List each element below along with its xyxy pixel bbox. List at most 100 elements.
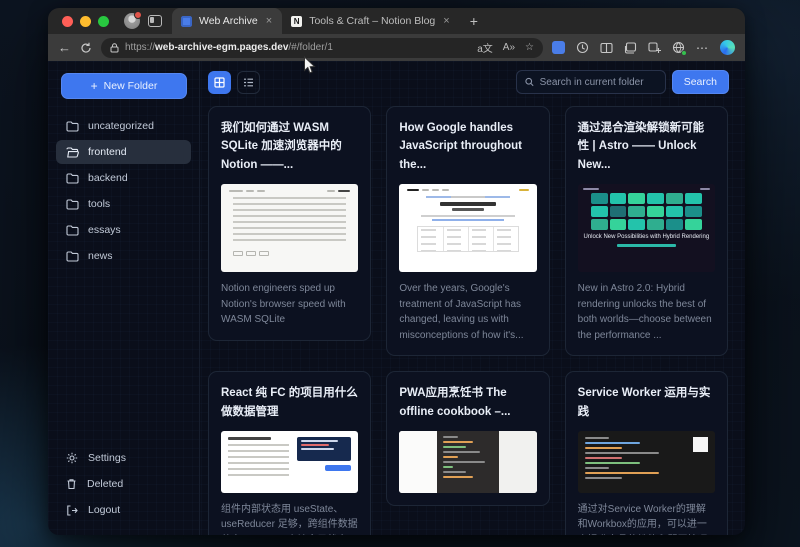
url-text: https://web-archive-egm.pages.dev/#/fold… — [125, 42, 471, 53]
translate-icon[interactable]: a文 — [477, 40, 493, 55]
gear-icon — [66, 452, 78, 464]
back-icon[interactable]: ← — [58, 41, 71, 54]
card-title: 我们如何通过 WASM SQLite 加速浏览器中的 Notion ——... — [221, 119, 358, 174]
read-aloud-icon[interactable]: A» — [503, 42, 515, 53]
card-thumbnail — [221, 431, 358, 493]
maximize-window-button[interactable] — [98, 16, 109, 27]
grid-view-button[interactable] — [208, 71, 231, 94]
card-offline-cookbook[interactable]: PWA应用烹饪书 The offline cookbook –... — [386, 371, 549, 506]
card-description: 组件内部状态用 useState、useReducer 足够，跨组件数据共享用 … — [221, 502, 358, 535]
close-window-button[interactable] — [62, 16, 73, 27]
sidebar-item-backend[interactable]: backend — [56, 166, 191, 190]
favorite-star-icon[interactable]: ☆ — [525, 42, 534, 53]
web-archive-app: + New Folder uncategorized frontend back… — [48, 61, 745, 535]
main-header: Search — [200, 61, 745, 96]
card-notion-wasm-sqlite[interactable]: 我们如何通过 WASM SQLite 加速浏览器中的 Notion ——... … — [208, 106, 371, 341]
new-folder-button[interactable]: + New Folder — [61, 73, 187, 99]
folder-icon — [66, 173, 79, 184]
folder-label: frontend — [88, 146, 127, 158]
sidebar-item-news[interactable]: news — [56, 244, 191, 268]
settings-label: Settings — [88, 452, 126, 464]
web-capture-icon[interactable] — [648, 42, 661, 54]
tab-close-icon[interactable]: × — [265, 15, 273, 27]
workspaces-icon[interactable] — [148, 15, 162, 27]
notion-favicon: N — [291, 16, 302, 27]
card-thumbnail — [399, 431, 536, 493]
toolbar-right-icons: ⋯ — [552, 40, 735, 55]
folder-icon — [66, 121, 79, 132]
profile-avatar[interactable] — [124, 13, 140, 29]
folder-label: uncategorized — [88, 120, 154, 132]
tab-title: Tools & Craft – Notion Blog — [309, 15, 435, 27]
card-description: Over the years, Google's treatment of Ja… — [399, 281, 536, 343]
logout-label: Logout — [88, 504, 120, 516]
tab-title: Web Archive — [199, 15, 258, 27]
sidebar-item-essays[interactable]: essays — [56, 218, 191, 242]
card-thumbnail — [399, 184, 536, 272]
web-archive-favicon — [181, 16, 192, 27]
card-google-javascript[interactable]: How Google handles JavaScript throughout… — [386, 106, 549, 356]
copilot-icon[interactable] — [720, 40, 735, 55]
card-thumbnail: Unlock New Possibilities with Hybrid Ren… — [578, 184, 715, 272]
card-title: 通过混合渲染解锁新可能性 | Astro —— Unlock New... — [578, 119, 715, 174]
card-react-fc-state[interactable]: React 纯 FC 的项目用什么做数据管理 — [208, 371, 371, 535]
card-thumbnail — [221, 184, 358, 272]
sidebar-item-deleted[interactable]: Deleted — [56, 472, 191, 496]
tab-bar: Web Archive × N Tools & Craft – Notion B… — [48, 8, 745, 34]
card-title: Service Worker 运用与实践 — [578, 384, 715, 421]
folder-open-icon — [66, 147, 79, 158]
folder-icon — [66, 199, 79, 210]
browser-window: Web Archive × N Tools & Craft – Notion B… — [48, 8, 745, 535]
card-astro-hybrid-rendering[interactable]: 通过混合渲染解锁新可能性 | Astro —— Unlock New... Un… — [565, 106, 728, 356]
minimize-window-button[interactable] — [80, 16, 91, 27]
extension-icon[interactable] — [672, 41, 685, 54]
tab-notion-blog[interactable]: N Tools & Craft – Notion Blog × — [282, 8, 460, 34]
logout-icon — [66, 505, 78, 516]
folder-icon — [66, 251, 79, 262]
sidebar-item-uncategorized[interactable]: uncategorized — [56, 114, 191, 138]
search-icon — [525, 77, 534, 87]
more-menu-icon[interactable]: ⋯ — [696, 41, 709, 55]
tab-close-icon[interactable]: × — [442, 15, 450, 27]
history-icon[interactable] — [576, 41, 589, 54]
sidebar-item-settings[interactable]: Settings — [56, 446, 191, 470]
cards-grid: 我们如何通过 WASM SQLite 加速浏览器中的 Notion ——... … — [208, 106, 728, 535]
reload-icon[interactable] — [80, 42, 92, 54]
main-panel: Search 我们如何通过 WASM SQLite 加速浏览器中的 Notion… — [200, 61, 745, 535]
new-tab-button[interactable]: + — [460, 13, 488, 29]
folder-label: tools — [88, 198, 110, 210]
list-icon — [243, 78, 254, 87]
card-service-worker[interactable]: Service Worker 运用与实践 通过对Service Worker的理… — [565, 371, 728, 535]
list-view-button[interactable] — [237, 71, 260, 94]
thumbnail-caption: Unlock New Possibilities with Hybrid Ren… — [583, 234, 710, 242]
folder-label: news — [88, 250, 113, 262]
extension-badge — [681, 50, 687, 56]
card-thumbnail — [578, 431, 715, 493]
sidebar: + New Folder uncategorized frontend back… — [48, 61, 200, 535]
qr-code — [693, 437, 708, 452]
split-screen-icon[interactable] — [600, 42, 613, 54]
sidebar-item-tools[interactable]: tools — [56, 192, 191, 216]
card-title: How Google handles JavaScript throughout… — [399, 119, 536, 174]
card-description: Notion engineers sped up Notion's browse… — [221, 281, 358, 328]
folder-label: essays — [88, 224, 121, 236]
pinned-extension-icon[interactable] — [552, 41, 565, 54]
sidebar-item-logout[interactable]: Logout — [56, 498, 191, 522]
sidebar-item-frontend[interactable]: frontend — [56, 140, 191, 164]
trash-icon — [66, 478, 77, 490]
folder-icon — [66, 225, 79, 236]
search-box[interactable] — [516, 70, 666, 94]
address-bar[interactable]: https://web-archive-egm.pages.dev/#/fold… — [101, 38, 543, 58]
deleted-label: Deleted — [87, 478, 123, 490]
folder-label: backend — [88, 172, 128, 184]
search-button[interactable]: Search — [672, 70, 729, 94]
collections-icon[interactable] — [624, 42, 637, 54]
lock-icon — [110, 43, 119, 53]
card-description: New in Astro 2.0: Hybrid rendering unloc… — [578, 281, 715, 343]
tab-web-archive[interactable]: Web Archive × — [172, 8, 282, 34]
card-title: React 纯 FC 的项目用什么做数据管理 — [221, 384, 358, 421]
card-description: 通过对Service Worker的理解和Workbox的应用，可以进一步提升产… — [578, 502, 715, 535]
grid-icon — [214, 77, 225, 88]
search-input[interactable] — [540, 77, 657, 88]
browser-toolbar: ← https://web-archive-egm.pages.dev/#/fo… — [48, 34, 745, 61]
